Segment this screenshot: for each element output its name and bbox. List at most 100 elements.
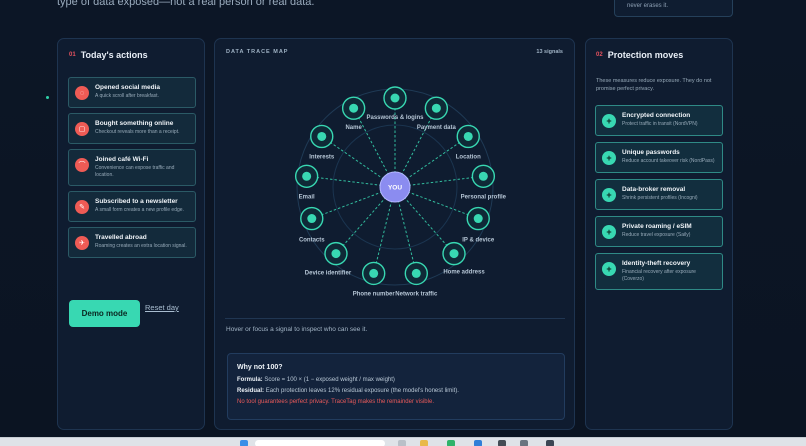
browser-icon[interactable]: [474, 440, 482, 446]
formula-line: Formula: Score = 100 × (1 − exposed weig…: [237, 377, 555, 383]
signal-node[interactable]: [471, 164, 496, 188]
signal-label: Network traffic: [395, 291, 438, 297]
taskbar-search[interactable]: [255, 440, 385, 446]
action-card-newsletter[interactable]: ✎ Subscribed to a newsletter A small for…: [68, 190, 196, 222]
todays-actions-panel: 01 Today's actions ◌ Opened social media…: [57, 38, 205, 430]
action-title: Subscribed to a newsletter: [95, 197, 178, 205]
signal-node[interactable]: [442, 241, 466, 266]
signal-node[interactable]: [310, 124, 334, 149]
divider: [225, 318, 565, 319]
plus-icon: +: [602, 188, 616, 202]
signal-label: Name: [345, 125, 362, 131]
residual-label: Residual:: [237, 388, 265, 394]
signal-node-dot: [317, 131, 327, 141]
action-card-travel[interactable]: ✈ Travelled abroad Roaming creates an ex…: [68, 226, 196, 258]
move-title: Private roaming / eSIM: [622, 223, 692, 230]
signal-node-dot: [431, 103, 441, 113]
action-card-social-media[interactable]: ◌ Opened social media A quick scroll aft…: [68, 77, 196, 108]
actions-panel-title: Today's actions: [80, 50, 148, 60]
move-title: Encrypted connection: [622, 112, 691, 119]
action-card-online-purchase[interactable]: ▢ Bought something online Checkout revea…: [68, 113, 196, 144]
signal-node-dot: [473, 214, 483, 224]
actions-list: ◌ Opened social media A quick scroll aft…: [68, 77, 196, 263]
plane-icon: ✈: [75, 235, 89, 250]
signal-node[interactable]: [324, 241, 348, 266]
actions-panel-number: 01: [69, 52, 76, 58]
signal-node[interactable]: [294, 164, 319, 188]
move-identity-theft-recovery[interactable]: + Identity-theft recovery Financial reco…: [595, 253, 723, 290]
residual-text: Each protection leaves 12% residual expo…: [265, 388, 459, 394]
signal-node-dot: [302, 171, 312, 181]
app-icon[interactable]: [498, 440, 506, 446]
signal-node-dot: [449, 249, 459, 259]
app-icon[interactable]: [447, 440, 455, 446]
demo-mode-button[interactable]: Demo mode: [69, 300, 140, 327]
action-card-cafe-wifi[interactable]: ⌒ Joined café Wi-Fi Convenience can expo…: [68, 149, 196, 186]
why-title: Why not 100?: [237, 364, 283, 371]
action-subtitle: Checkout reveals more than a receipt.: [95, 129, 180, 136]
signal-node-dot: [411, 268, 421, 278]
data-trace-map-panel: Passwords & logins Payment data Location Pe…: [214, 38, 575, 430]
file-explorer-icon[interactable]: [420, 440, 428, 446]
action-title: Bought something online: [95, 120, 174, 127]
action-title: Joined café Wi-Fi: [95, 156, 149, 163]
top-note-card: never erases it.: [614, 0, 733, 17]
signal-node-dot: [331, 249, 341, 259]
os-taskbar: [0, 437, 806, 446]
bag-icon: ▢: [75, 122, 89, 136]
signal-label: Device identifier: [305, 271, 352, 277]
app-icon[interactable]: [546, 440, 554, 446]
move-title: Unique passwords: [622, 149, 680, 156]
move-subtitle: Reduce travel exposure (Saily): [622, 232, 691, 239]
action-subtitle: A small form creates a new profile edge.: [95, 207, 184, 214]
wifi-icon: ⌒: [75, 158, 89, 172]
protection-list: + Encrypted connection Protect traffic i…: [595, 105, 723, 296]
move-unique-passwords[interactable]: + Unique passwords Reduce account takeov…: [595, 142, 723, 173]
signal-label: Location: [456, 154, 481, 160]
signal-node[interactable]: [362, 261, 386, 286]
signal-node-dot: [349, 103, 359, 113]
move-private-roaming[interactable]: + Private roaming / eSIM Reduce travel e…: [595, 216, 723, 247]
move-subtitle: Shrink persistent profiles (Incogni): [622, 195, 698, 202]
task-view-icon[interactable]: [398, 440, 406, 446]
signal-label: Payment data: [417, 125, 457, 131]
signal-count: 13 signals: [536, 49, 563, 55]
plus-icon: +: [602, 151, 616, 165]
map-title: DATA TRACE MAP: [226, 49, 289, 55]
formula-label: Formula:: [237, 377, 263, 383]
windows-start-icon[interactable]: [240, 440, 248, 446]
trace-map-svg: Passwords & logins Payment data Location Pe…: [294, 86, 507, 297]
signal-node[interactable]: [466, 206, 490, 231]
formula-text: Score = 100 × (1 − exposed weight / max …: [264, 377, 395, 383]
signal-label: Passwords & logins: [366, 115, 424, 121]
reset-day-link[interactable]: Reset day: [145, 303, 179, 312]
move-subtitle: Reduce account takeover risk (NordPass): [622, 158, 715, 165]
signal-node[interactable]: [456, 124, 480, 149]
signal-label: Phone number: [353, 291, 396, 297]
signal-label: Email: [299, 194, 315, 200]
move-title: Data-broker removal: [622, 186, 686, 193]
protection-intro: These measures reduce exposure. They do …: [596, 78, 712, 93]
actions-panel-header: 01 Today's actions: [69, 50, 148, 60]
signal-node[interactable]: [424, 96, 449, 120]
action-subtitle: Convenience can expose traffic and locat…: [95, 165, 175, 179]
plus-icon: +: [602, 262, 616, 276]
signal-node[interactable]: [300, 206, 324, 231]
app-icon[interactable]: [520, 440, 528, 446]
signal-node[interactable]: [383, 86, 407, 110]
action-subtitle: Roaming creates an extra location signal…: [95, 243, 187, 250]
protection-panel-title: Protection moves: [607, 50, 684, 60]
move-data-broker-removal[interactable]: + Data-broker removal Shrink persistent …: [595, 179, 723, 210]
why-not-100-box: Why not 100? Formula: Score = 100 × (1 −…: [227, 353, 565, 420]
signal-node-dot: [463, 131, 473, 141]
signal-node-dot: [369, 268, 379, 278]
action-title: Travelled abroad: [95, 233, 147, 241]
move-title: Identity-theft recovery: [622, 260, 691, 267]
move-subtitle: Financial recovery after exposure (Cover…: [622, 269, 696, 283]
signal-label: Home address: [443, 270, 485, 276]
signal-node[interactable]: [404, 261, 428, 286]
signal-node[interactable]: [341, 96, 366, 120]
page-intro-text: type of data exposed—not a real person o…: [57, 0, 315, 8]
action-subtitle: A quick scroll after breakfast.: [95, 93, 159, 100]
move-encrypted-connection[interactable]: + Encrypted connection Protect traffic i…: [595, 105, 723, 136]
